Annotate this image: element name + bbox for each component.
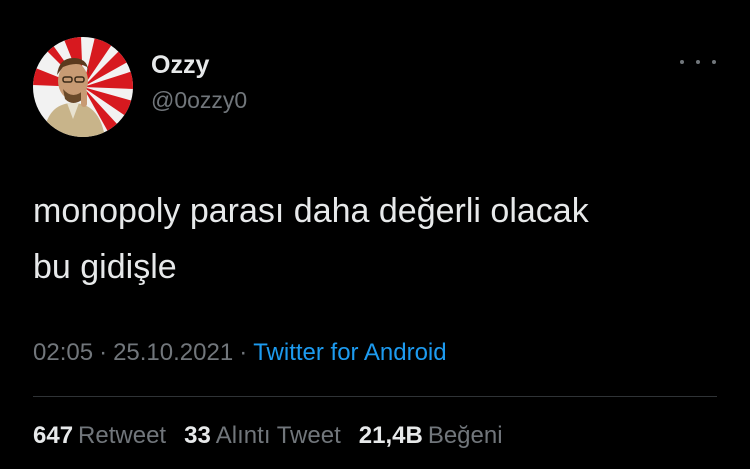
tweet-text: monopoly parası daha değerli olacak bu g… — [33, 192, 589, 286]
tweet-stats: 647 Retweet 33 Alıntı Tweet 21,4B Beğeni — [33, 422, 521, 450]
dot — [712, 60, 716, 64]
display-name[interactable]: Ozzy — [151, 51, 209, 80]
likes-label: Beğeni — [427, 422, 503, 449]
tweet-meta: 02:05 · 25.10.2021 · Twitter for Android — [33, 339, 447, 367]
more-options-icon[interactable] — [680, 52, 716, 72]
likes-count: 21,4B — [358, 422, 423, 449]
retweets-count: 647 — [33, 422, 74, 449]
profile-photo-icon — [33, 37, 133, 137]
tweet-date[interactable]: 25.10.2021 — [113, 339, 233, 366]
tweet-source-link[interactable]: Twitter for Android — [253, 339, 446, 366]
tweet-time[interactable]: 02:05 — [33, 339, 93, 366]
quotes-label: Alıntı Tweet — [215, 422, 341, 449]
likes-stat[interactable]: 21,4B Beğeni — [359, 422, 503, 450]
dot — [696, 60, 700, 64]
retweets-label: Retweet — [78, 422, 167, 449]
tweet-card: Ozzy @0ozzy0 monopoly parası daha değerl… — [0, 0, 750, 469]
quotes-stat[interactable]: 33 Alıntı Tweet — [184, 422, 341, 450]
meta-separator: · — [99, 339, 108, 366]
quotes-count: 33 — [184, 422, 211, 449]
meta-separator: · — [239, 339, 248, 366]
divider — [33, 396, 717, 397]
avatar[interactable] — [33, 37, 133, 137]
dot — [680, 60, 684, 64]
retweets-stat[interactable]: 647 Retweet — [33, 422, 166, 450]
user-handle[interactable]: @0ozzy0 — [151, 87, 247, 114]
